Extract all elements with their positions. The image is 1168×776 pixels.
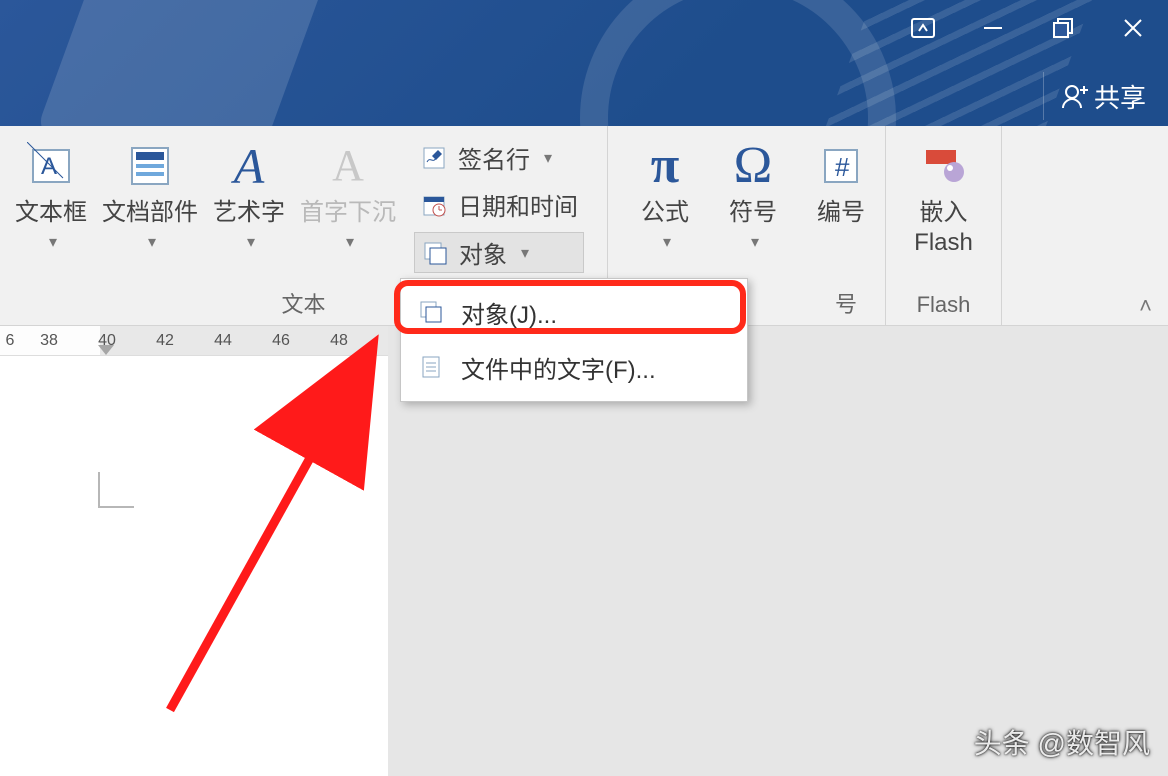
ruler-tick: 48 <box>310 332 368 350</box>
chevron-down-icon: ▾ <box>49 228 57 258</box>
window-controls <box>888 0 1168 56</box>
title-bar: 共享 <box>0 0 1168 126</box>
chevron-down-icon: ▾ <box>247 228 255 258</box>
share-label: 共享 <box>1094 78 1146 115</box>
object-dropdown-menu: 对象(J)... 文件中的文字(F)... <box>400 278 748 402</box>
wordart-icon: A <box>221 138 277 194</box>
insert-flash-button[interactable]: 嵌入 Flash <box>901 134 987 258</box>
object-button[interactable]: 对象 ▾ <box>414 232 584 273</box>
share-icon <box>1060 82 1088 110</box>
minimize-button[interactable] <box>958 0 1028 56</box>
textbox-label: 文本框 <box>15 198 87 228</box>
menu-item-object-label: 对象(J)... <box>461 295 557 330</box>
menu-item-text-from-file[interactable]: 文件中的文字(F)... <box>401 340 747 395</box>
datetime-button[interactable]: 日期和时间 <box>414 185 584 224</box>
chevron-down-icon: ▾ <box>521 243 529 263</box>
svg-text:#: # <box>835 152 850 182</box>
object-label: 对象 <box>459 235 507 270</box>
flash-icon <box>916 138 972 194</box>
restore-button[interactable] <box>1028 0 1098 56</box>
number-button[interactable]: # 编号 <box>798 134 884 228</box>
menu-item-textfromfile-label: 文件中的文字(F)... <box>461 350 656 385</box>
calendar-icon <box>420 191 448 219</box>
ruler-tick: 6 <box>0 332 20 350</box>
flash-label-1: 嵌入 <box>920 198 968 228</box>
equation-button[interactable]: π 公式 ▾ <box>622 134 708 258</box>
ruler-tick: 42 <box>136 332 194 350</box>
chevron-down-icon: ▾ <box>346 228 354 258</box>
ruler-tick: 38 <box>20 332 78 350</box>
menu-item-object[interactable]: 对象(J)... <box>401 285 747 340</box>
chevron-down-icon: ▾ <box>751 228 759 258</box>
group-label-flash: Flash <box>894 291 993 325</box>
number-label: 编号 <box>817 198 865 228</box>
chevron-down-icon: ▾ <box>663 228 671 258</box>
datetime-label: 日期和时间 <box>458 187 578 222</box>
page-surface[interactable] <box>0 356 388 776</box>
collapse-ribbon-button[interactable]: ˄ <box>1139 293 1152 319</box>
textbox-button[interactable]: A 文本框 ▾ <box>8 134 94 258</box>
ribbon-display-options-button[interactable] <box>888 0 958 56</box>
signature-label: 签名行 <box>458 140 530 175</box>
svg-text:A: A <box>41 153 57 180</box>
wordart-label: 艺术字 <box>213 198 285 228</box>
chevron-down-icon: ▾ <box>544 148 552 168</box>
ruler-tick: 46 <box>252 332 310 350</box>
textbox-icon: A <box>23 138 79 194</box>
quickparts-icon <box>122 138 178 194</box>
signature-icon <box>420 144 448 172</box>
close-button[interactable] <box>1098 0 1168 56</box>
object-icon <box>421 239 449 267</box>
page-margin-corner <box>98 472 134 508</box>
dropcap-icon: A <box>320 138 376 194</box>
omega-icon: Ω <box>725 138 781 194</box>
dropcap-button[interactable]: A 首字下沉 ▾ <box>294 134 402 258</box>
object-icon <box>419 300 445 326</box>
page-left-area: 6 38 40 42 44 46 48 <box>0 326 388 776</box>
signature-line-button[interactable]: 签名行 ▾ <box>414 138 584 177</box>
chevron-down-icon: ▾ <box>148 228 156 258</box>
wordart-button[interactable]: A 艺术字 ▾ <box>206 134 292 258</box>
share-button[interactable]: 共享 <box>1043 72 1168 120</box>
dropcap-label: 首字下沉 <box>300 198 396 228</box>
quickparts-label: 文档部件 <box>102 198 198 228</box>
ribbon-group-flash: 嵌入 Flash Flash <box>886 126 1002 325</box>
watermark-text: 头条 @数智风 <box>974 722 1150 762</box>
equation-label: 公式 <box>641 198 689 228</box>
horizontal-ruler[interactable]: 6 38 40 42 44 46 48 <box>0 326 388 356</box>
pi-icon: π <box>637 138 693 194</box>
symbol-button[interactable]: Ω 符号 ▾ <box>710 134 796 258</box>
flash-label-2: Flash <box>914 228 973 258</box>
file-text-icon <box>419 355 445 381</box>
symbol-label: 符号 <box>729 198 777 228</box>
ruler-indent-marker[interactable] <box>98 345 114 355</box>
ruler-tick: 44 <box>194 332 252 350</box>
quickparts-button[interactable]: 文档部件 ▾ <box>96 134 204 258</box>
number-icon: # <box>813 138 869 194</box>
